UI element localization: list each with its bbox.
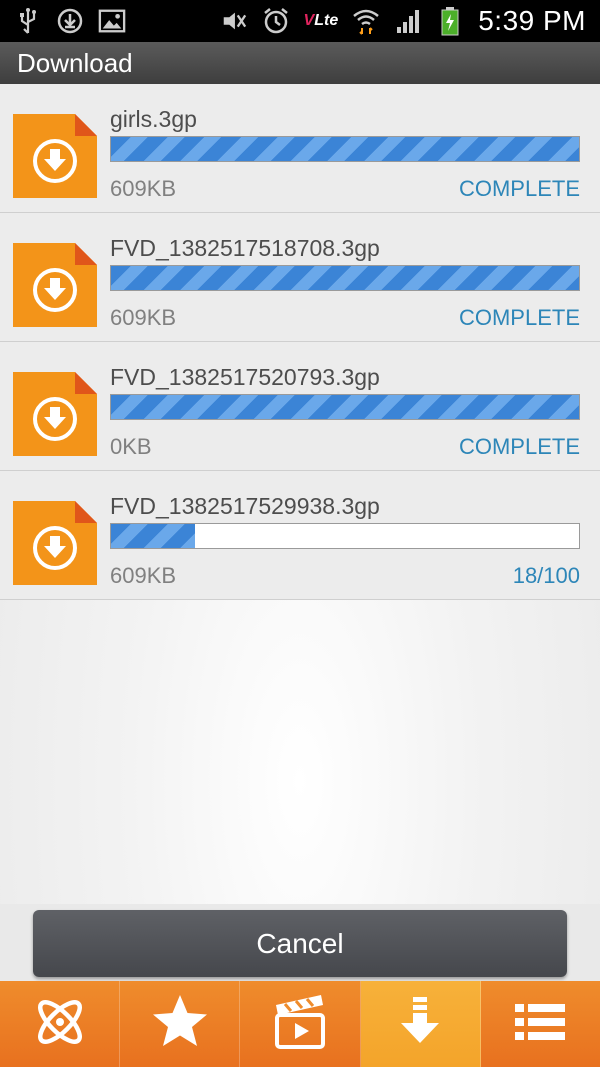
download-list: girls.3gp 609KB COMPLETE FVD_1382517518708.… <box>0 84 600 904</box>
app-root: VLte 5:39 PM Download girls.3gp 609KB COMP… <box>0 0 600 1067</box>
cancel-button-label: Cancel <box>256 927 344 959</box>
mute-icon <box>220 7 248 35</box>
nav-tab-browser[interactable] <box>0 981 121 1067</box>
status-bar-right: VLte 5:39 PM <box>220 5 586 37</box>
clock-time: 5:39 PM <box>478 5 586 36</box>
alarm-icon <box>262 7 290 35</box>
download-row[interactable]: FVD_1382517518708.3gp 609KB COMPLETE <box>0 213 600 342</box>
signal-icon <box>394 7 422 35</box>
cancel-button[interactable]: Cancel <box>33 910 567 977</box>
download-notification-icon <box>56 7 84 35</box>
download-row[interactable]: girls.3gp 609KB COMPLETE <box>0 84 600 213</box>
image-notification-icon <box>98 7 126 35</box>
nav-tab-menu[interactable] <box>481 981 600 1067</box>
nav-tab-downloads[interactable] <box>360 981 481 1067</box>
page-title: Download <box>17 47 133 78</box>
title-bar: Download <box>0 42 600 84</box>
battery-charging-icon <box>436 7 464 36</box>
download-status: 18/100 <box>512 563 580 588</box>
clapperboard-icon <box>269 991 331 1058</box>
file-download-icon <box>13 114 97 198</box>
download-status: COMPLETE <box>458 176 580 201</box>
volte-indicator: VLte <box>303 12 339 29</box>
download-size: 0KB <box>110 434 152 459</box>
download-filename: FVD_1382517518708.3gp <box>110 235 380 261</box>
download-progress-bar <box>110 523 580 549</box>
bottom-nav <box>0 981 600 1067</box>
download-row[interactable]: FVD_1382517529938.3gp 609KB 18/100 <box>0 471 600 600</box>
star-icon <box>149 991 211 1058</box>
download-progress-bar <box>110 265 580 291</box>
download-filename: FVD_1382517529938.3gp <box>110 493 380 519</box>
download-row[interactable]: FVD_1382517520793.3gp 0KB COMPLETE <box>0 342 600 471</box>
download-filename: girls.3gp <box>110 106 197 132</box>
download-progress-bar <box>110 394 580 420</box>
download-status: COMPLETE <box>458 305 580 330</box>
nav-tab-videos[interactable] <box>240 981 361 1067</box>
file-download-icon <box>13 501 97 585</box>
status-bar: VLte 5:39 PM <box>0 0 600 42</box>
wifi-icon <box>352 7 380 35</box>
download-progress-bar <box>110 136 580 162</box>
download-progress-fill <box>111 395 579 419</box>
download-progress-fill <box>111 266 579 290</box>
atom-icon <box>29 991 91 1058</box>
list-icon <box>509 991 571 1058</box>
file-download-icon <box>13 243 97 327</box>
usb-icon <box>14 7 42 35</box>
download-size: 609KB <box>110 176 177 201</box>
download-status: COMPLETE <box>458 434 580 459</box>
download-size: 609KB <box>110 305 177 330</box>
download-progress-fill <box>111 137 579 161</box>
download-size: 609KB <box>110 563 177 588</box>
file-download-icon <box>13 372 97 456</box>
download-filename: FVD_1382517520793.3gp <box>110 364 380 390</box>
nav-tab-favorites[interactable] <box>120 981 241 1067</box>
download-progress-fill <box>111 524 196 548</box>
status-bar-left <box>14 7 126 35</box>
download-arrow-icon <box>389 991 451 1058</box>
